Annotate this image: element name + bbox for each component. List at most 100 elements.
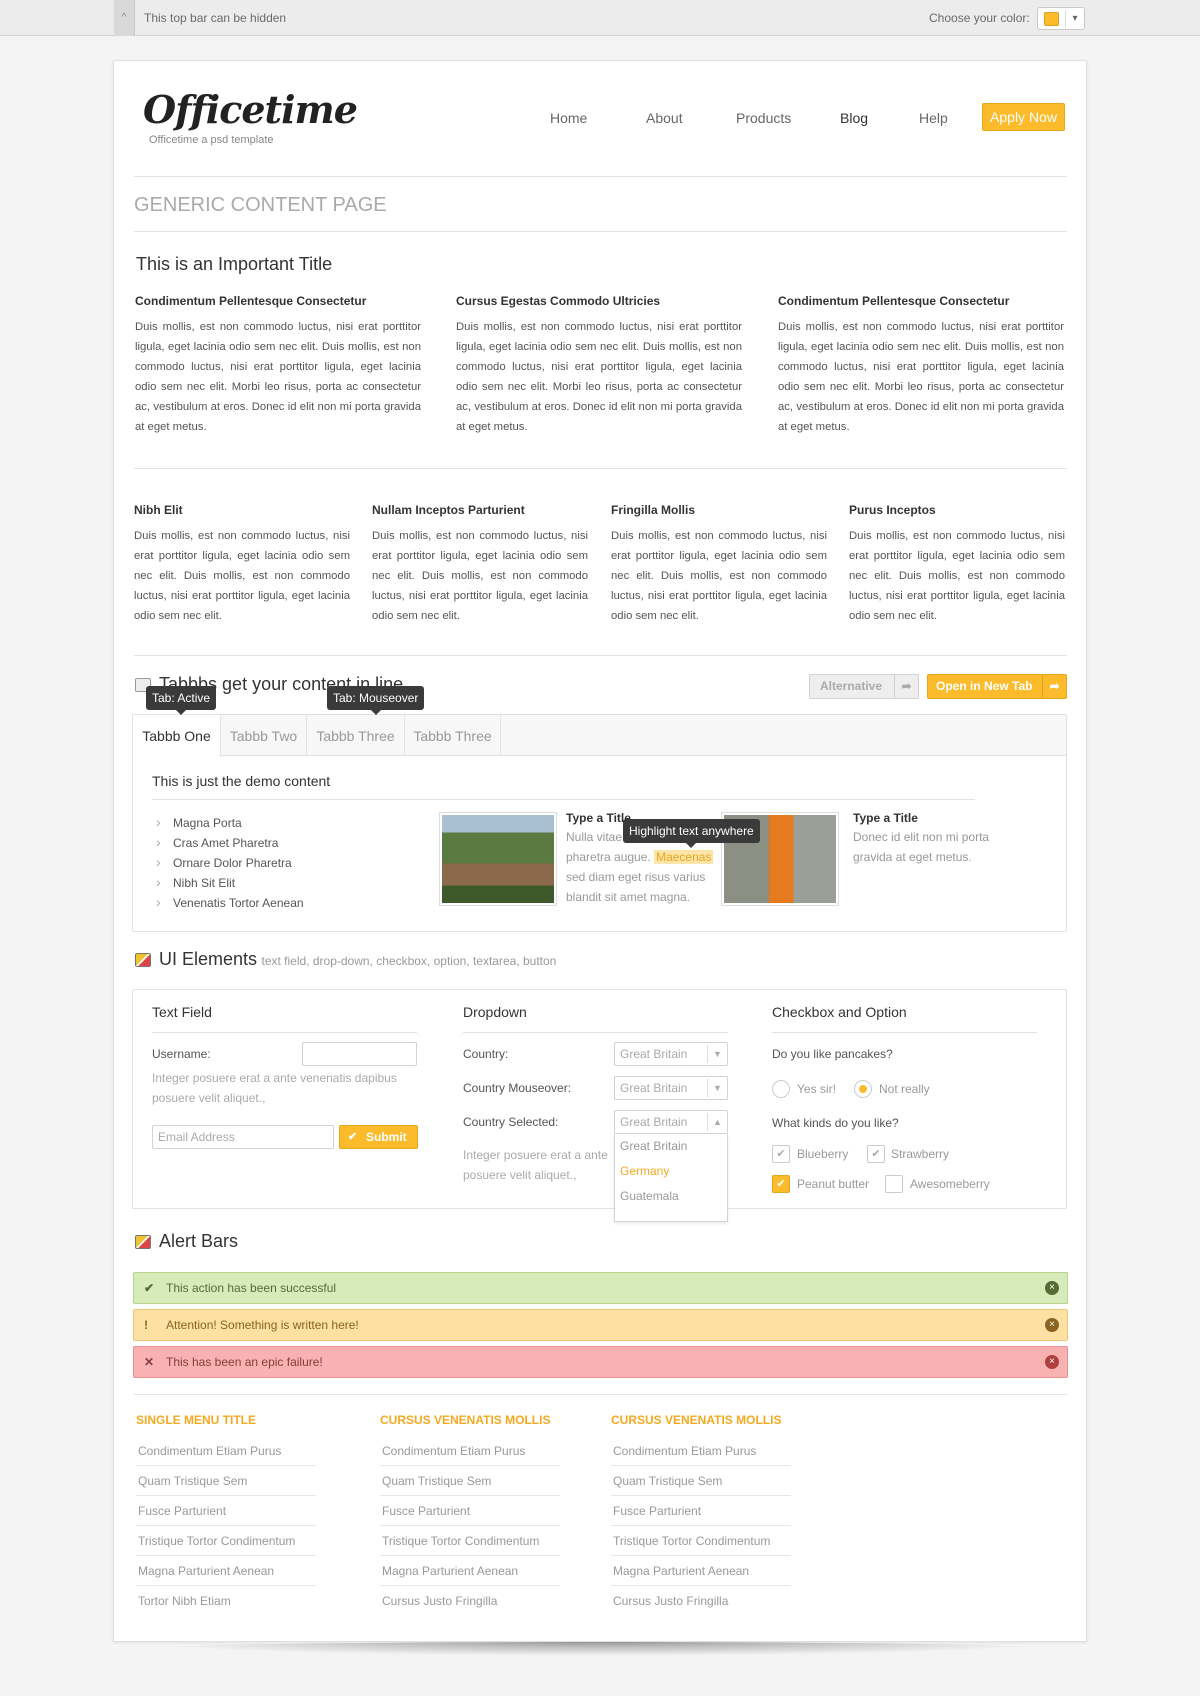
country-select[interactable]: Great Britain ▼ (614, 1042, 728, 1066)
nav-home[interactable]: Home (550, 110, 587, 126)
close-icon[interactable]: × (1045, 1281, 1059, 1295)
checkbox-label: Strawberry (891, 1147, 950, 1161)
divider (152, 1032, 417, 1033)
content-column: Purus Inceptos Duis mollis, est non comm… (849, 503, 1065, 626)
list-item[interactable]: Magna Porta (152, 812, 392, 833)
check-icon: ✔ (144, 1281, 155, 1295)
cross-icon: ✕ (144, 1355, 155, 1369)
country-mouseover-select[interactable]: Great Britain ▼ (614, 1076, 728, 1100)
footer-link[interactable]: Magna Parturient Aenean (136, 1556, 316, 1586)
page-container: Officetime Officetime a psd template Hom… (113, 60, 1087, 1642)
page-shadow (135, 1642, 1065, 1656)
checkbox-strawberry[interactable]: ✔ (867, 1145, 885, 1163)
list-item[interactable]: Nibh Sit Elit (152, 872, 392, 893)
divider (134, 176, 1067, 177)
footer-link[interactable]: Fusce Parturient (136, 1496, 316, 1526)
close-icon[interactable]: × (1045, 1318, 1059, 1332)
dropdown-option[interactable]: Guatemala (615, 1184, 727, 1209)
footer-link[interactable]: Cursus Justo Fringilla (611, 1586, 791, 1616)
footer-link[interactable]: Quam Tristique Sem (380, 1466, 560, 1496)
logo[interactable]: Officetime (143, 87, 358, 132)
media-block: Type a Title Donec id elit non mi porta … (853, 811, 1003, 867)
alternative-button[interactable]: Alternative ➦ (809, 674, 919, 699)
media-text-end: sed diam eget risus varius blandit sit a… (566, 870, 706, 904)
country-selected-select[interactable]: Great Britain ▲ (614, 1110, 728, 1134)
chevron-down-icon: ▾ (1065, 10, 1084, 28)
footer-link[interactable]: Magna Parturient Aenean (380, 1556, 560, 1586)
footer-link[interactable]: Tristique Tortor Condimentum (380, 1526, 560, 1556)
nav-products[interactable]: Products (736, 110, 791, 126)
checkbox-awesomeberry[interactable] (885, 1175, 903, 1193)
tab-three[interactable]: Tabbb Three (307, 715, 405, 756)
close-icon[interactable]: × (1045, 1355, 1059, 1369)
content-column: Cursus Egestas Commodo Ultricies Duis mo… (456, 294, 742, 437)
username-input[interactable] (302, 1042, 417, 1066)
apply-now-button[interactable]: Apply Now (982, 103, 1065, 131)
tagline: Officetime a psd template (149, 134, 274, 146)
footer-link[interactable]: Magna Parturient Aenean (611, 1556, 791, 1586)
column-text: Duis mollis, est non commodo luctus, nis… (849, 530, 1065, 622)
footer-link[interactable]: Quam Tristique Sem (136, 1466, 316, 1496)
alert-warning: ! Attention! Something is written here! … (133, 1309, 1068, 1341)
column-text: Duis mollis, est non commodo luctus, nis… (778, 321, 1064, 433)
column-heading: Nullam Inceptos Parturient (372, 503, 525, 517)
nav-help[interactable]: Help (919, 110, 948, 126)
text-field-heading: Text Field (152, 1004, 212, 1020)
topbar-text: This top bar can be hidden (144, 11, 287, 25)
ui-elements-panel: Text Field Username: Integer posuere era… (132, 989, 1067, 1222)
tab-strip: Tabbb One Tabbb Two Tabbb Three Tabbb Th… (133, 715, 1066, 757)
radio-no[interactable] (854, 1080, 872, 1098)
footer-link[interactable]: Quam Tristique Sem (611, 1466, 791, 1496)
footer-link[interactable]: Condimentum Etiam Purus (136, 1436, 316, 1466)
share-arrow-icon: ➦ (1042, 675, 1066, 698)
open-new-tab-button[interactable]: Open in New Tab ➦ (927, 674, 1067, 699)
alert-error: ✕ This has been an epic failure! × (133, 1346, 1068, 1378)
alerts-title: Alert Bars (159, 1231, 239, 1251)
demo-heading: This is just the demo content (152, 773, 331, 789)
submit-button[interactable]: ✔ Submit (339, 1125, 418, 1149)
nav-about[interactable]: About (646, 110, 683, 126)
content-column: Condimentum Pellentesque Consectetur Dui… (135, 294, 421, 437)
footer-link[interactable]: Fusce Parturient (380, 1496, 560, 1526)
footer-link[interactable]: Fusce Parturient (611, 1496, 791, 1526)
radio-yes[interactable] (772, 1080, 790, 1098)
footer-link[interactable]: Tristique Tortor Condimentum (611, 1526, 791, 1556)
email-input[interactable]: Email Address (152, 1125, 334, 1149)
content-column: Nullam Inceptos Parturient Duis mollis, … (372, 503, 588, 626)
footer-menu-title: SINGLE MENU TITLE (136, 1413, 256, 1427)
image-icon (135, 953, 151, 967)
dropdown-option[interactable]: Great Britain (615, 1134, 727, 1159)
tab-one[interactable]: Tabbb One (133, 715, 221, 757)
checkbox-peanut-butter[interactable]: ✔ (772, 1175, 790, 1193)
footer-link[interactable]: Condimentum Etiam Purus (380, 1436, 560, 1466)
column-heading: Nibh Elit (134, 503, 183, 517)
checkbox-blueberry[interactable]: ✔ (772, 1145, 790, 1163)
color-select[interactable]: ▾ (1037, 7, 1085, 30)
alert-text: Attention! Something is written here! (166, 1318, 359, 1332)
country-select-value: Great Britain (620, 1081, 688, 1095)
ui-section-subtitle: text field, drop-down, checkbox, option,… (261, 954, 557, 968)
divider (772, 1032, 1037, 1033)
footer-menu: Condimentum Etiam Purus Quam Tristique S… (136, 1436, 316, 1616)
content-column: Nibh Elit Duis mollis, est non commodo l… (134, 503, 350, 626)
footer-link[interactable]: Tortor Nibh Etiam (136, 1586, 316, 1616)
list-item[interactable]: Venenatis Tortor Aenean (152, 892, 392, 913)
list-item[interactable]: Ornare Dolor Pharetra (152, 852, 392, 873)
footer-link[interactable]: Condimentum Etiam Purus (611, 1436, 791, 1466)
dropdown-option[interactable]: Germany (615, 1159, 727, 1184)
footer-link[interactable]: Cursus Justo Fringilla (380, 1586, 560, 1616)
country-label: Country: (463, 1047, 509, 1061)
divider (134, 468, 1067, 469)
column-text: Duis mollis, est non commodo luctus, nis… (372, 530, 588, 622)
footer-link[interactable]: Tristique Tortor Condimentum (136, 1526, 316, 1556)
tab-two[interactable]: Tabbb Two (221, 715, 307, 756)
radio-yes-label: Yes sir! (797, 1082, 836, 1096)
list-item[interactable]: Cras Amet Pharetra (152, 832, 392, 853)
tab-four[interactable]: Tabbb Three (405, 715, 501, 756)
important-title: This is an Important Title (136, 254, 333, 274)
collapse-topbar-icon[interactable]: ^ (114, 0, 135, 36)
nav-blog[interactable]: Blog (840, 110, 868, 126)
tooltip-highlight: Highlight text anywhere (623, 819, 760, 848)
dropdown-heading: Dropdown (463, 1004, 527, 1020)
radio-no-label: Not really (879, 1082, 930, 1096)
